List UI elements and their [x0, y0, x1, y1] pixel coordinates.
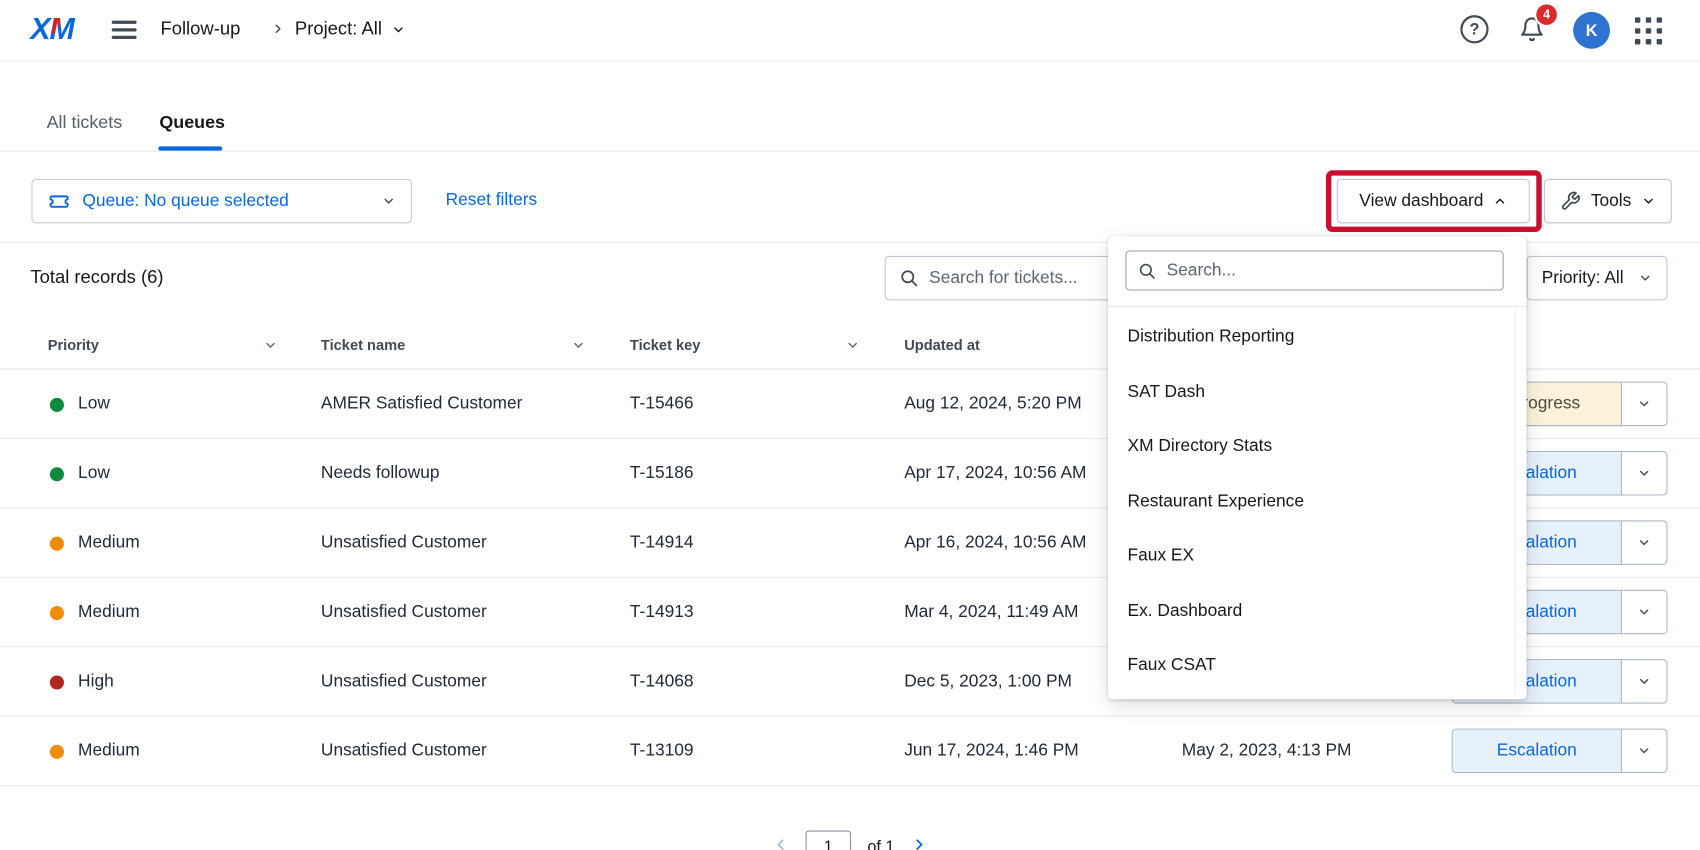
status-badge: Escalation	[1453, 730, 1621, 772]
menu-item-dashboard[interactable]: XM Directory Stats	[1108, 420, 1516, 474]
priority-dot	[50, 537, 64, 551]
priority-cell: High	[78, 647, 114, 716]
updated-at-cell: Dec 5, 2023, 1:00 PM	[904, 647, 1072, 716]
priority-cell: Medium	[78, 717, 140, 786]
chevron-up-icon	[1493, 194, 1507, 208]
table-row[interactable]: Medium Unsatisfied Customer T-13109 Jun …	[0, 717, 1700, 786]
priority-dot	[50, 675, 64, 689]
previous-page-icon[interactable]	[772, 835, 789, 850]
menu-divider	[1108, 306, 1526, 307]
priority-dot	[50, 467, 64, 481]
ticket-key-cell: T-15186	[630, 439, 694, 508]
wrench-icon	[1560, 191, 1581, 212]
tabs-divider	[0, 151, 1700, 152]
avatar[interactable]: K	[1573, 12, 1610, 49]
view-dashboard-label: View dashboard	[1359, 191, 1483, 211]
ticket-key-cell: T-14914	[630, 508, 694, 577]
search-icon	[899, 268, 920, 289]
ticket-name-cell: AMER Satisfied Customer	[321, 370, 522, 439]
column-header-ticket-key: Ticket key	[630, 321, 701, 370]
active-tab-indicator	[158, 146, 222, 150]
queue-selector-label: Queue: No queue selected	[82, 191, 369, 211]
created-at-cell: May 2, 2023, 4:13 PM	[1182, 717, 1352, 786]
column-header-priority: Priority	[48, 321, 99, 370]
breadcrumb-project: Project: All	[295, 18, 382, 40]
dashboard-search-input[interactable]	[1167, 261, 1492, 281]
menu-item-dashboard[interactable]: SAT Dash	[1108, 365, 1516, 419]
priority-cell: Low	[78, 370, 110, 439]
updated-at-cell: Apr 17, 2024, 10:56 AM	[904, 439, 1086, 508]
chevron-down-icon[interactable]	[1621, 660, 1667, 702]
ticket-name-cell: Unsatisfied Customer	[321, 578, 487, 647]
column-header-ticket-name: Ticket name	[321, 321, 405, 370]
priority-dot	[50, 398, 64, 412]
ticket-key-cell: T-14068	[630, 647, 694, 716]
menu-item-dashboard[interactable]: Restaurant Experience	[1108, 475, 1516, 529]
menu-item-dashboard[interactable]: Faux CSAT	[1108, 639, 1516, 693]
priority-cell: Medium	[78, 578, 140, 647]
pagination: 1 of 1	[0, 830, 1700, 850]
priority-cell: Medium	[78, 508, 140, 577]
ticket-name-cell: Unsatisfied Customer	[321, 508, 487, 577]
updated-at-cell: Apr 16, 2024, 10:56 AM	[904, 508, 1086, 577]
ticket-key-cell: T-13109	[630, 717, 694, 786]
priority-cell: Low	[78, 439, 110, 508]
ticket-name-cell: Unsatisfied Customer	[321, 647, 487, 716]
app-window: XMM Follow-up Project: All ? 4 K All tic…	[0, 0, 1700, 850]
chevron-down-icon	[1638, 271, 1652, 285]
view-dashboard-button[interactable]: View dashboard	[1337, 179, 1530, 223]
dashboard-search-box	[1125, 250, 1503, 290]
top-header: XMM Follow-up Project: All ? 4 K	[0, 0, 1700, 62]
chevron-down-icon[interactable]	[1621, 521, 1667, 563]
sort-priority-icon[interactable]	[263, 338, 277, 358]
column-header-updated-at: Updated at	[904, 321, 980, 370]
ticket-icon	[48, 190, 71, 213]
menu-item-dashboard[interactable]: Faux EX	[1108, 529, 1516, 583]
menu-item-dashboard[interactable]: Distribution Reporting	[1108, 310, 1516, 364]
chevron-down-icon	[382, 194, 396, 208]
next-page-icon[interactable]	[911, 835, 928, 850]
chevron-right-icon	[271, 22, 285, 42]
view-dashboard-menu: Distribution Reporting SAT Dash XM Direc…	[1108, 236, 1526, 699]
tools-button[interactable]: Tools	[1544, 179, 1672, 223]
total-records-label: Total records (6)	[30, 267, 163, 289]
updated-at-cell: Aug 12, 2024, 5:20 PM	[904, 370, 1081, 439]
breadcrumb-section: Follow-up	[160, 18, 240, 40]
chevron-down-icon	[1641, 194, 1655, 208]
chevron-down-icon[interactable]	[1621, 591, 1667, 633]
queue-selector-dropdown[interactable]: Queue: No queue selected	[31, 179, 412, 223]
project-selector[interactable]: Project: All	[295, 18, 406, 40]
hamburger-menu-icon[interactable]	[112, 21, 137, 44]
priority-filter-dropdown[interactable]: Priority: All	[1527, 256, 1668, 300]
priority-filter-label: Priority: All	[1542, 268, 1624, 288]
notification-badge: 4	[1536, 4, 1557, 25]
sort-ticket-key-icon[interactable]	[846, 338, 860, 358]
current-page-box[interactable]: 1	[806, 830, 852, 850]
priority-dot	[50, 745, 64, 759]
reset-filters-link[interactable]: Reset filters	[446, 191, 538, 211]
chevron-down-icon[interactable]	[1621, 730, 1667, 772]
tools-label: Tools	[1591, 191, 1632, 211]
ticket-key-cell: T-14913	[630, 578, 694, 647]
search-icon	[1137, 261, 1157, 281]
apps-grid-icon[interactable]	[1635, 17, 1663, 45]
updated-at-cell: Mar 4, 2024, 11:49 AM	[904, 578, 1078, 647]
logo-red-accent: M	[50, 12, 74, 47]
tab-all-tickets[interactable]: All tickets	[47, 113, 123, 134]
updated-at-cell: Jun 17, 2024, 1:46 PM	[904, 717, 1079, 786]
chevron-down-icon[interactable]	[1621, 383, 1667, 425]
sort-ticket-name-icon[interactable]	[571, 338, 585, 358]
menu-item-dashboard[interactable]: Ex. Dashboard	[1108, 584, 1516, 638]
chevron-down-icon	[392, 22, 406, 36]
ticket-key-cell: T-15466	[630, 370, 694, 439]
priority-dot	[50, 606, 64, 620]
chevron-down-icon[interactable]	[1621, 452, 1667, 494]
status-dropdown[interactable]: Escalation	[1452, 729, 1668, 773]
ticket-name-cell: Unsatisfied Customer	[321, 717, 487, 786]
xm-logo[interactable]: XMM	[30, 12, 73, 47]
tab-queues[interactable]: Queues	[159, 113, 225, 134]
help-icon[interactable]: ?	[1460, 15, 1488, 43]
page-count-label: of 1	[867, 838, 894, 850]
ticket-name-cell: Needs followup	[321, 439, 440, 508]
